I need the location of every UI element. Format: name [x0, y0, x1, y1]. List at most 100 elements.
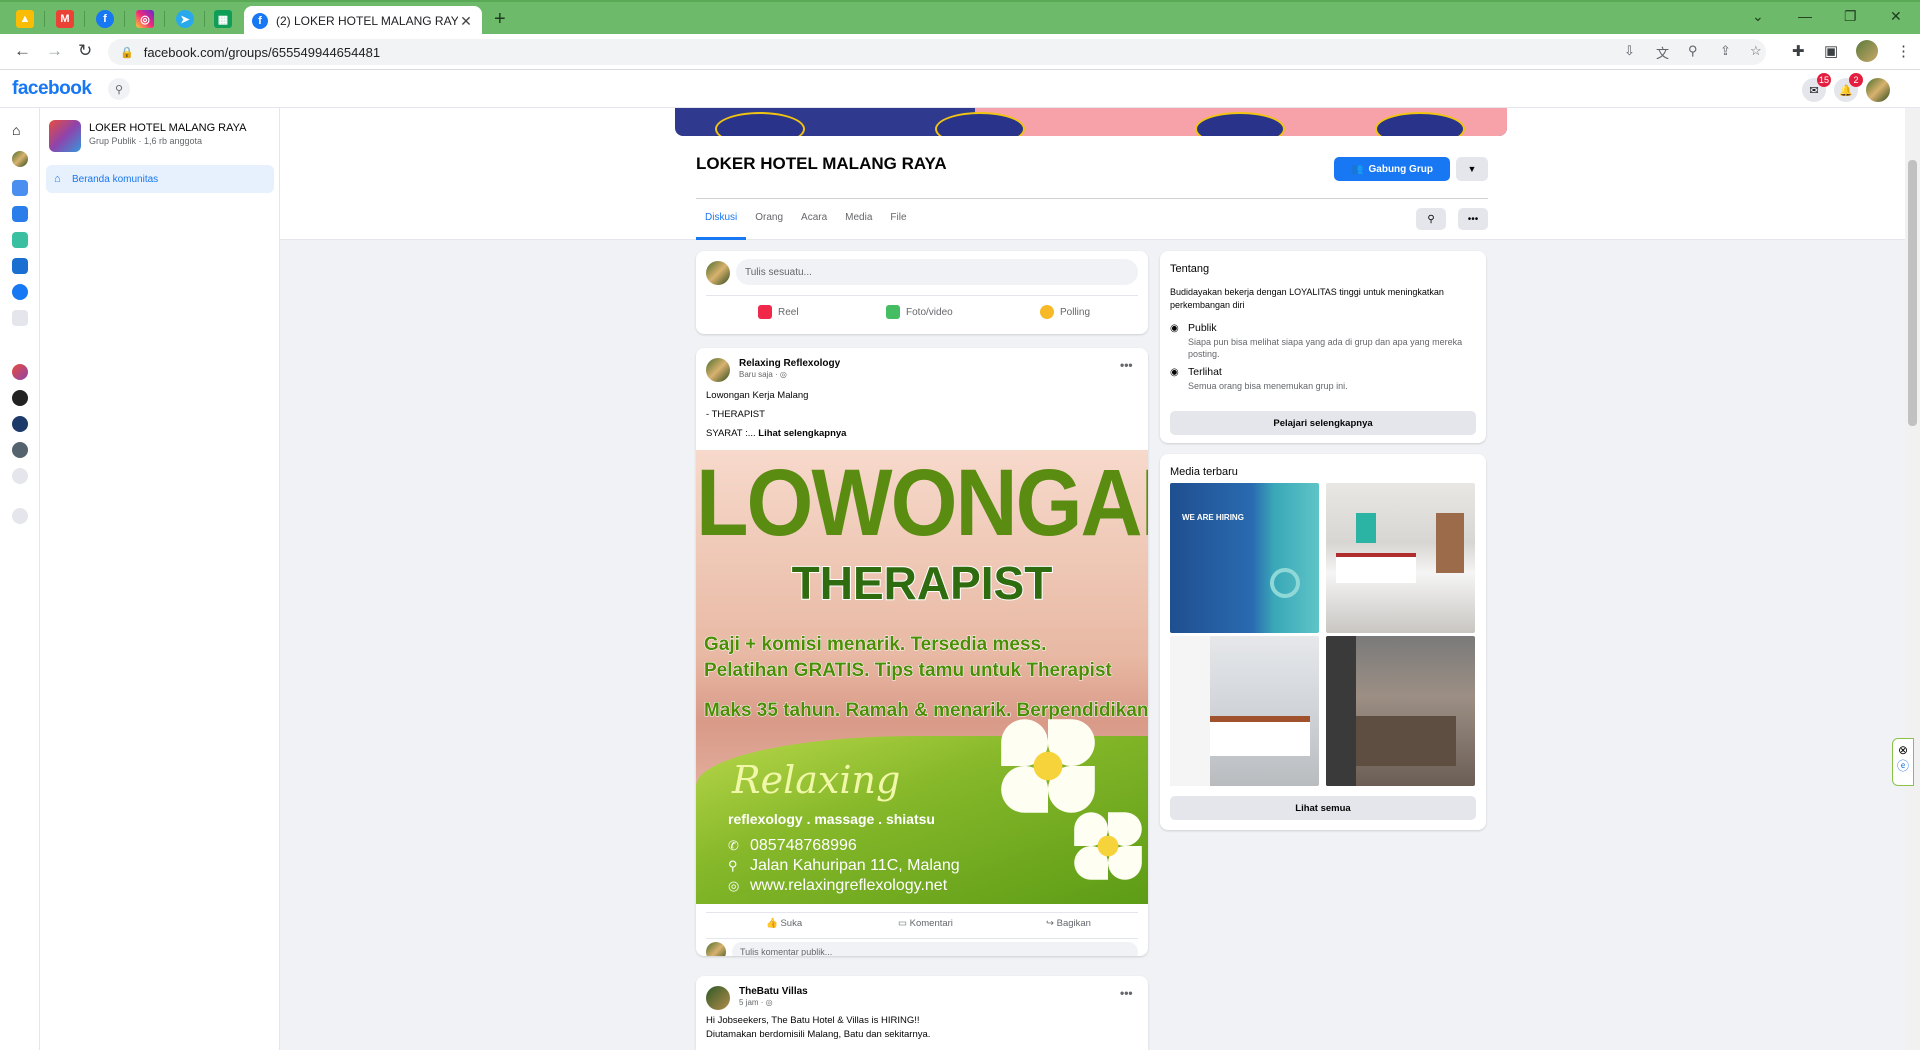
messenger-icon: ✉: [1809, 84, 1819, 97]
more-options-button[interactable]: ▼: [1456, 157, 1488, 181]
thumbnail-art: [1436, 513, 1464, 573]
close-tab-icon[interactable]: ✕: [458, 13, 474, 30]
group-shortcut-2-icon[interactable]: [12, 390, 28, 406]
see-more-link[interactable]: Lihat selengkapnya: [758, 428, 846, 439]
photo-video-button[interactable]: Foto/video: [886, 305, 953, 319]
messenger-button[interactable]: ✉ 15: [1802, 73, 1831, 102]
like-button[interactable]: 👍 Suka: [766, 913, 802, 935]
post-line: SYARAT :... Lihat selengkapnya: [706, 424, 846, 443]
install-icon[interactable]: ⇩: [1624, 43, 1635, 59]
zoom-icon[interactable]: ⚲: [1688, 43, 1698, 59]
post-author[interactable]: TheBatu Villas: [739, 986, 808, 997]
tab-orang[interactable]: Orang: [746, 199, 792, 240]
group-search-button[interactable]: ⚲: [1416, 208, 1446, 230]
reel-button[interactable]: Reel: [758, 305, 799, 319]
telegram-icon[interactable]: ➤: [176, 10, 194, 28]
media-thumbnail[interactable]: [1170, 636, 1319, 786]
active-tab[interactable]: f (2) LOKER HOTEL MALANG RAYA ✕: [244, 6, 482, 36]
page-scrollbar[interactable]: [1905, 108, 1920, 1050]
facebook-logo[interactable]: facebook: [12, 78, 92, 100]
tab-file[interactable]: File: [881, 199, 915, 240]
side-panel-icon[interactable]: ▣: [1824, 42, 1838, 60]
comment-input[interactable]: Tulis komentar publik...: [732, 942, 1138, 956]
see-all-button[interactable]: Lihat semua: [1170, 796, 1476, 820]
ads-manager-icon[interactable]: [12, 180, 28, 196]
tab-diskusi[interactable]: Diskusi: [696, 199, 747, 240]
learn-more-button[interactable]: Pelajari selengkapnya: [1170, 411, 1476, 435]
back-icon[interactable]: ←: [14, 41, 31, 61]
pages-icon[interactable]: [12, 206, 28, 222]
media-thumbnail[interactable]: WE ARE HIRING: [1170, 483, 1319, 633]
home-icon[interactable]: ⌂: [12, 122, 28, 138]
chrome-menu-icon[interactable]: ⋮: [1896, 42, 1911, 60]
about-description: Budidayakan bekerja dengan LOYALITAS tin…: [1170, 287, 1444, 310]
insights-icon[interactable]: [12, 258, 28, 274]
author-avatar[interactable]: [706, 358, 730, 382]
account-avatar[interactable]: [1866, 78, 1890, 102]
divider: [706, 295, 1138, 296]
sheets-icon[interactable]: ▦: [214, 10, 232, 28]
apps-grid-icon[interactable]: [12, 310, 28, 326]
profile-avatar[interactable]: [12, 151, 28, 167]
url-bar[interactable]: 🔒 facebook.com/groups/655549944654481: [108, 39, 1766, 65]
scrollbar-thumb[interactable]: [1908, 160, 1917, 426]
photo-label: Foto/video: [906, 306, 953, 318]
tab-media[interactable]: Media: [836, 199, 881, 240]
new-tab-button[interactable]: +: [494, 8, 506, 31]
reel-label: Reel: [778, 306, 799, 318]
minimize-button[interactable]: —: [1798, 8, 1812, 24]
group-thumbnail[interactable]: [49, 120, 81, 152]
group-shortcut-1-icon[interactable]: [12, 364, 28, 380]
share-icon[interactable]: ⇪: [1720, 43, 1731, 59]
translate-icon[interactable]: 文: [1656, 43, 1669, 62]
extension-icon[interactable]: ⓔ: [1893, 757, 1913, 774]
group-more-button[interactable]: •••: [1458, 208, 1488, 230]
facebook-icon[interactable]: f: [96, 10, 114, 28]
group-name[interactable]: LOKER HOTEL MALANG RAYA: [89, 122, 247, 134]
browser-profile-avatar[interactable]: [1856, 40, 1878, 62]
group-shortcut-3-icon[interactable]: [12, 416, 28, 432]
sidebar-item-community-home[interactable]: ⌂ Beranda komunitas: [46, 165, 274, 193]
cover-photo[interactable]: [675, 108, 1507, 136]
post-author[interactable]: Relaxing Reflexology: [739, 358, 840, 369]
media-thumbnail[interactable]: [1326, 483, 1475, 633]
google-ads-icon[interactable]: ▲: [16, 10, 34, 28]
gmail-icon[interactable]: M: [56, 10, 74, 28]
privacy-title: Publik: [1188, 322, 1217, 334]
group-shortcut-4-icon[interactable]: [12, 442, 28, 458]
bookmark-star-icon[interactable]: ☆: [1750, 43, 1762, 59]
poll-button[interactable]: Polling: [1040, 305, 1090, 319]
share-button[interactable]: ↪ Bagikan: [1046, 913, 1091, 935]
instagram-icon[interactable]: ◎: [136, 10, 154, 28]
commerce-icon[interactable]: [12, 232, 28, 248]
write-something-input[interactable]: Tulis sesuatu...: [736, 259, 1138, 285]
extensions-icon[interactable]: ✚: [1792, 42, 1805, 60]
extension-side-widget[interactable]: ⊗ ⓔ: [1892, 738, 1914, 786]
gaming-icon[interactable]: [12, 284, 28, 300]
tab-search-icon[interactable]: ⌄: [1752, 8, 1764, 25]
reload-icon[interactable]: ↻: [78, 41, 92, 61]
post-image[interactable]: LOWONGAN THERAPIST Gaji + komisi menarik…: [696, 450, 1148, 904]
post-menu-button[interactable]: •••: [1120, 986, 1133, 1000]
close-icon[interactable]: ⊗: [1893, 743, 1913, 757]
lock-icon[interactable]: 🔒: [120, 46, 134, 59]
restore-button[interactable]: ❐: [1844, 8, 1857, 25]
tab-separator: [44, 11, 45, 27]
tab-acara[interactable]: Acara: [792, 199, 836, 240]
join-group-button[interactable]: 👥 Gabung Grup: [1334, 157, 1450, 181]
chevron-down-icon: ▼: [1467, 164, 1477, 174]
poster-line: Gaji + komisi menarik. Tersedia mess.: [703, 634, 1047, 656]
feed-post: TheBatu Villas 5 jam · ◎ ••• Hi Jobseeke…: [696, 976, 1148, 1050]
notifications-button[interactable]: 🔔 2: [1834, 73, 1863, 102]
post-menu-button[interactable]: •••: [1120, 358, 1133, 372]
close-window-button[interactable]: ✕: [1890, 8, 1902, 25]
group-meta: Grup Publik · 1,6 rb anggota: [89, 136, 203, 146]
forward-icon[interactable]: →: [46, 41, 63, 61]
groups-icon[interactable]: [12, 468, 28, 484]
search-icon[interactable]: ⚲: [108, 78, 130, 100]
author-avatar[interactable]: [706, 986, 730, 1010]
comment-button[interactable]: ▭ Komentari: [898, 913, 953, 935]
link-icon[interactable]: [12, 508, 28, 524]
globe-icon: ◎: [779, 370, 787, 379]
media-thumbnail[interactable]: [1326, 636, 1475, 786]
